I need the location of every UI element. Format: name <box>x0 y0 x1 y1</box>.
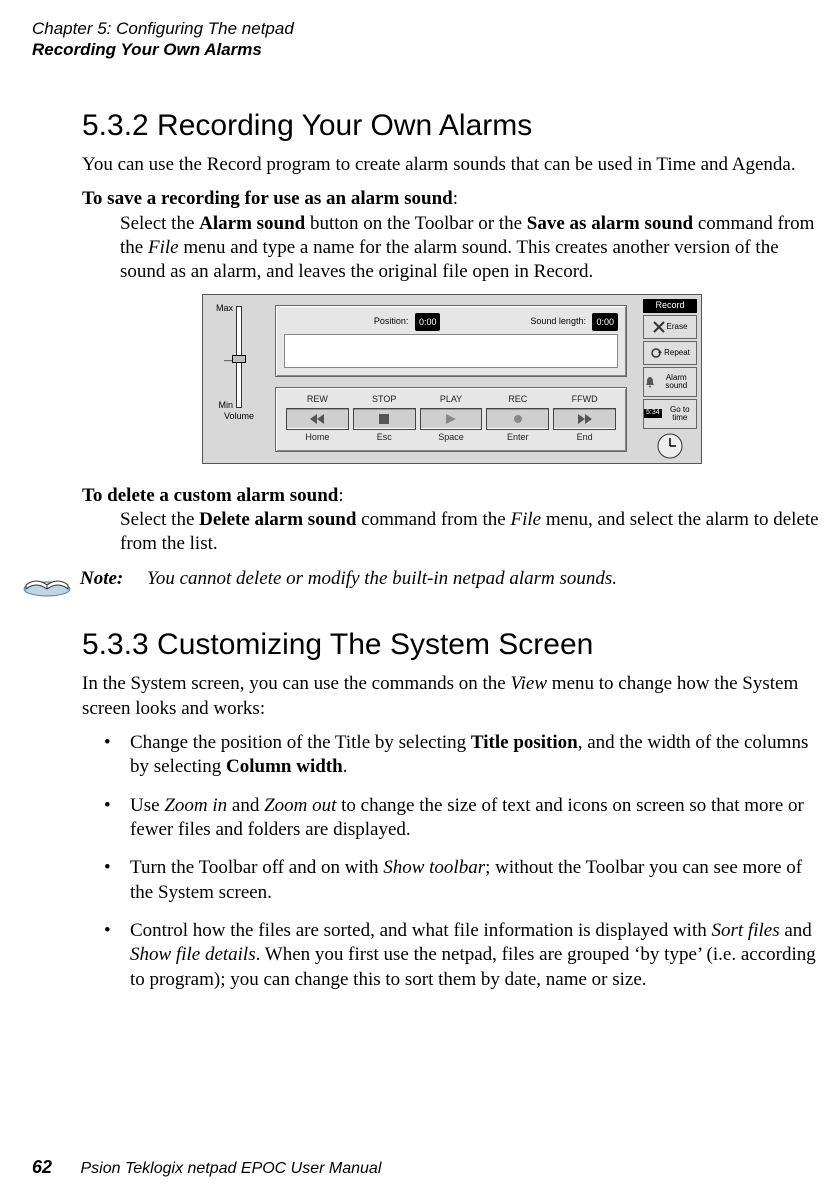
heading-5-3-3: 5.3.3 Customizing The System Screen <box>82 626 822 664</box>
delete-title: To delete a custom alarm sound <box>82 485 338 506</box>
alarm-sound-button[interactable]: Alarm sound <box>643 367 697 397</box>
transport-keys-row: Home Esc Space Enter End <box>284 432 618 444</box>
stop-icon <box>379 414 389 424</box>
save-title: To save a recording for use as an alarm … <box>82 188 453 209</box>
record-toolbar: Record Erase Repeat Alarm sound 5:34 Go … <box>643 299 697 461</box>
note-label: Note: <box>80 568 123 589</box>
page-footer: 62 Psion Teklogix netpad EPOC User Manua… <box>32 1156 381 1179</box>
rewind-button[interactable] <box>286 408 349 430</box>
ffwd-icon <box>578 414 592 424</box>
waveform-display <box>284 334 618 368</box>
length-label: Sound length: <box>530 316 586 326</box>
erase-button[interactable]: Erase <box>643 315 697 339</box>
delete-body: Select the Delete alarm sound command fr… <box>82 508 822 557</box>
note-book-icon <box>22 567 72 604</box>
record-icon <box>513 414 523 424</box>
repeat-button[interactable]: Repeat <box>643 341 697 365</box>
record-button[interactable] <box>486 408 549 430</box>
time-badge-icon: 5:34 <box>644 409 662 418</box>
customize-bullet-list: Change the position of the Title by sele… <box>82 731 822 992</box>
volume-thumb[interactable] <box>232 355 246 363</box>
transport-panel: REW STOP PLAY REC FFWD Home <box>275 387 627 452</box>
save-body: Select the Alarm sound button on the Too… <box>82 212 822 285</box>
heading-5-3-2: 5.3.2 Recording Your Own Alarms <box>82 107 822 145</box>
position-label: Position: <box>374 316 409 326</box>
goto-time-button[interactable]: 5:34 Go to time <box>643 399 697 429</box>
delete-alarm-block: To delete a custom alarm sound: Select t… <box>82 484 822 557</box>
stop-button[interactable] <box>353 408 416 430</box>
intro-para-1: You can use the Record program to create… <box>82 153 822 177</box>
list-item: Use Zoom in and Zoom out to change the s… <box>130 794 822 843</box>
volume-max-label: Max <box>197 303 233 315</box>
footer-text: Psion Teklogix netpad EPOC User Manual <box>80 1160 381 1177</box>
note-text: You cannot delete or modify the built-in… <box>147 568 617 589</box>
ffwd-button[interactable] <box>553 408 616 430</box>
record-app-figure: Max — Min Volume Position: 0:00 Sound le… <box>202 294 702 464</box>
volume-slider[interactable]: Max — Min Volume <box>211 303 267 458</box>
list-item: Change the position of the Title by sele… <box>130 731 822 780</box>
page-number: 62 <box>32 1157 52 1177</box>
position-value: 0:00 <box>415 313 441 331</box>
header-section: Recording Your Own Alarms <box>32 39 840 60</box>
erase-icon <box>653 321 665 333</box>
rewind-icon <box>310 414 324 424</box>
bell-icon <box>644 376 655 388</box>
play-button[interactable] <box>420 408 483 430</box>
play-icon <box>446 414 456 424</box>
volume-caption: Volume <box>211 411 267 423</box>
intro-para-2: In the System screen, you can use the co… <box>82 672 822 721</box>
clock-widget[interactable] <box>643 431 697 461</box>
repeat-icon <box>650 347 662 359</box>
list-item: Control how the files are sorted, and wh… <box>130 919 822 992</box>
header-chapter: Chapter 5: Configuring The netpad <box>32 18 840 39</box>
length-value: 0:00 <box>592 313 618 331</box>
clock-icon <box>657 433 683 459</box>
note-block: Note: You cannot delete or modify the bu… <box>22 567 822 604</box>
waveform-panel: Position: 0:00 Sound length: 0:00 <box>275 305 627 377</box>
list-item: Turn the Toolbar off and on with Show to… <box>130 856 822 905</box>
volume-min-label: Min <box>197 400 233 412</box>
transport-labels-row: REW STOP PLAY REC FFWD <box>284 394 618 406</box>
toolbar-title: Record <box>643 299 697 313</box>
save-recording-block: To save a recording for use as an alarm … <box>82 187 822 284</box>
running-header: Chapter 5: Configuring The netpad Record… <box>0 0 840 61</box>
